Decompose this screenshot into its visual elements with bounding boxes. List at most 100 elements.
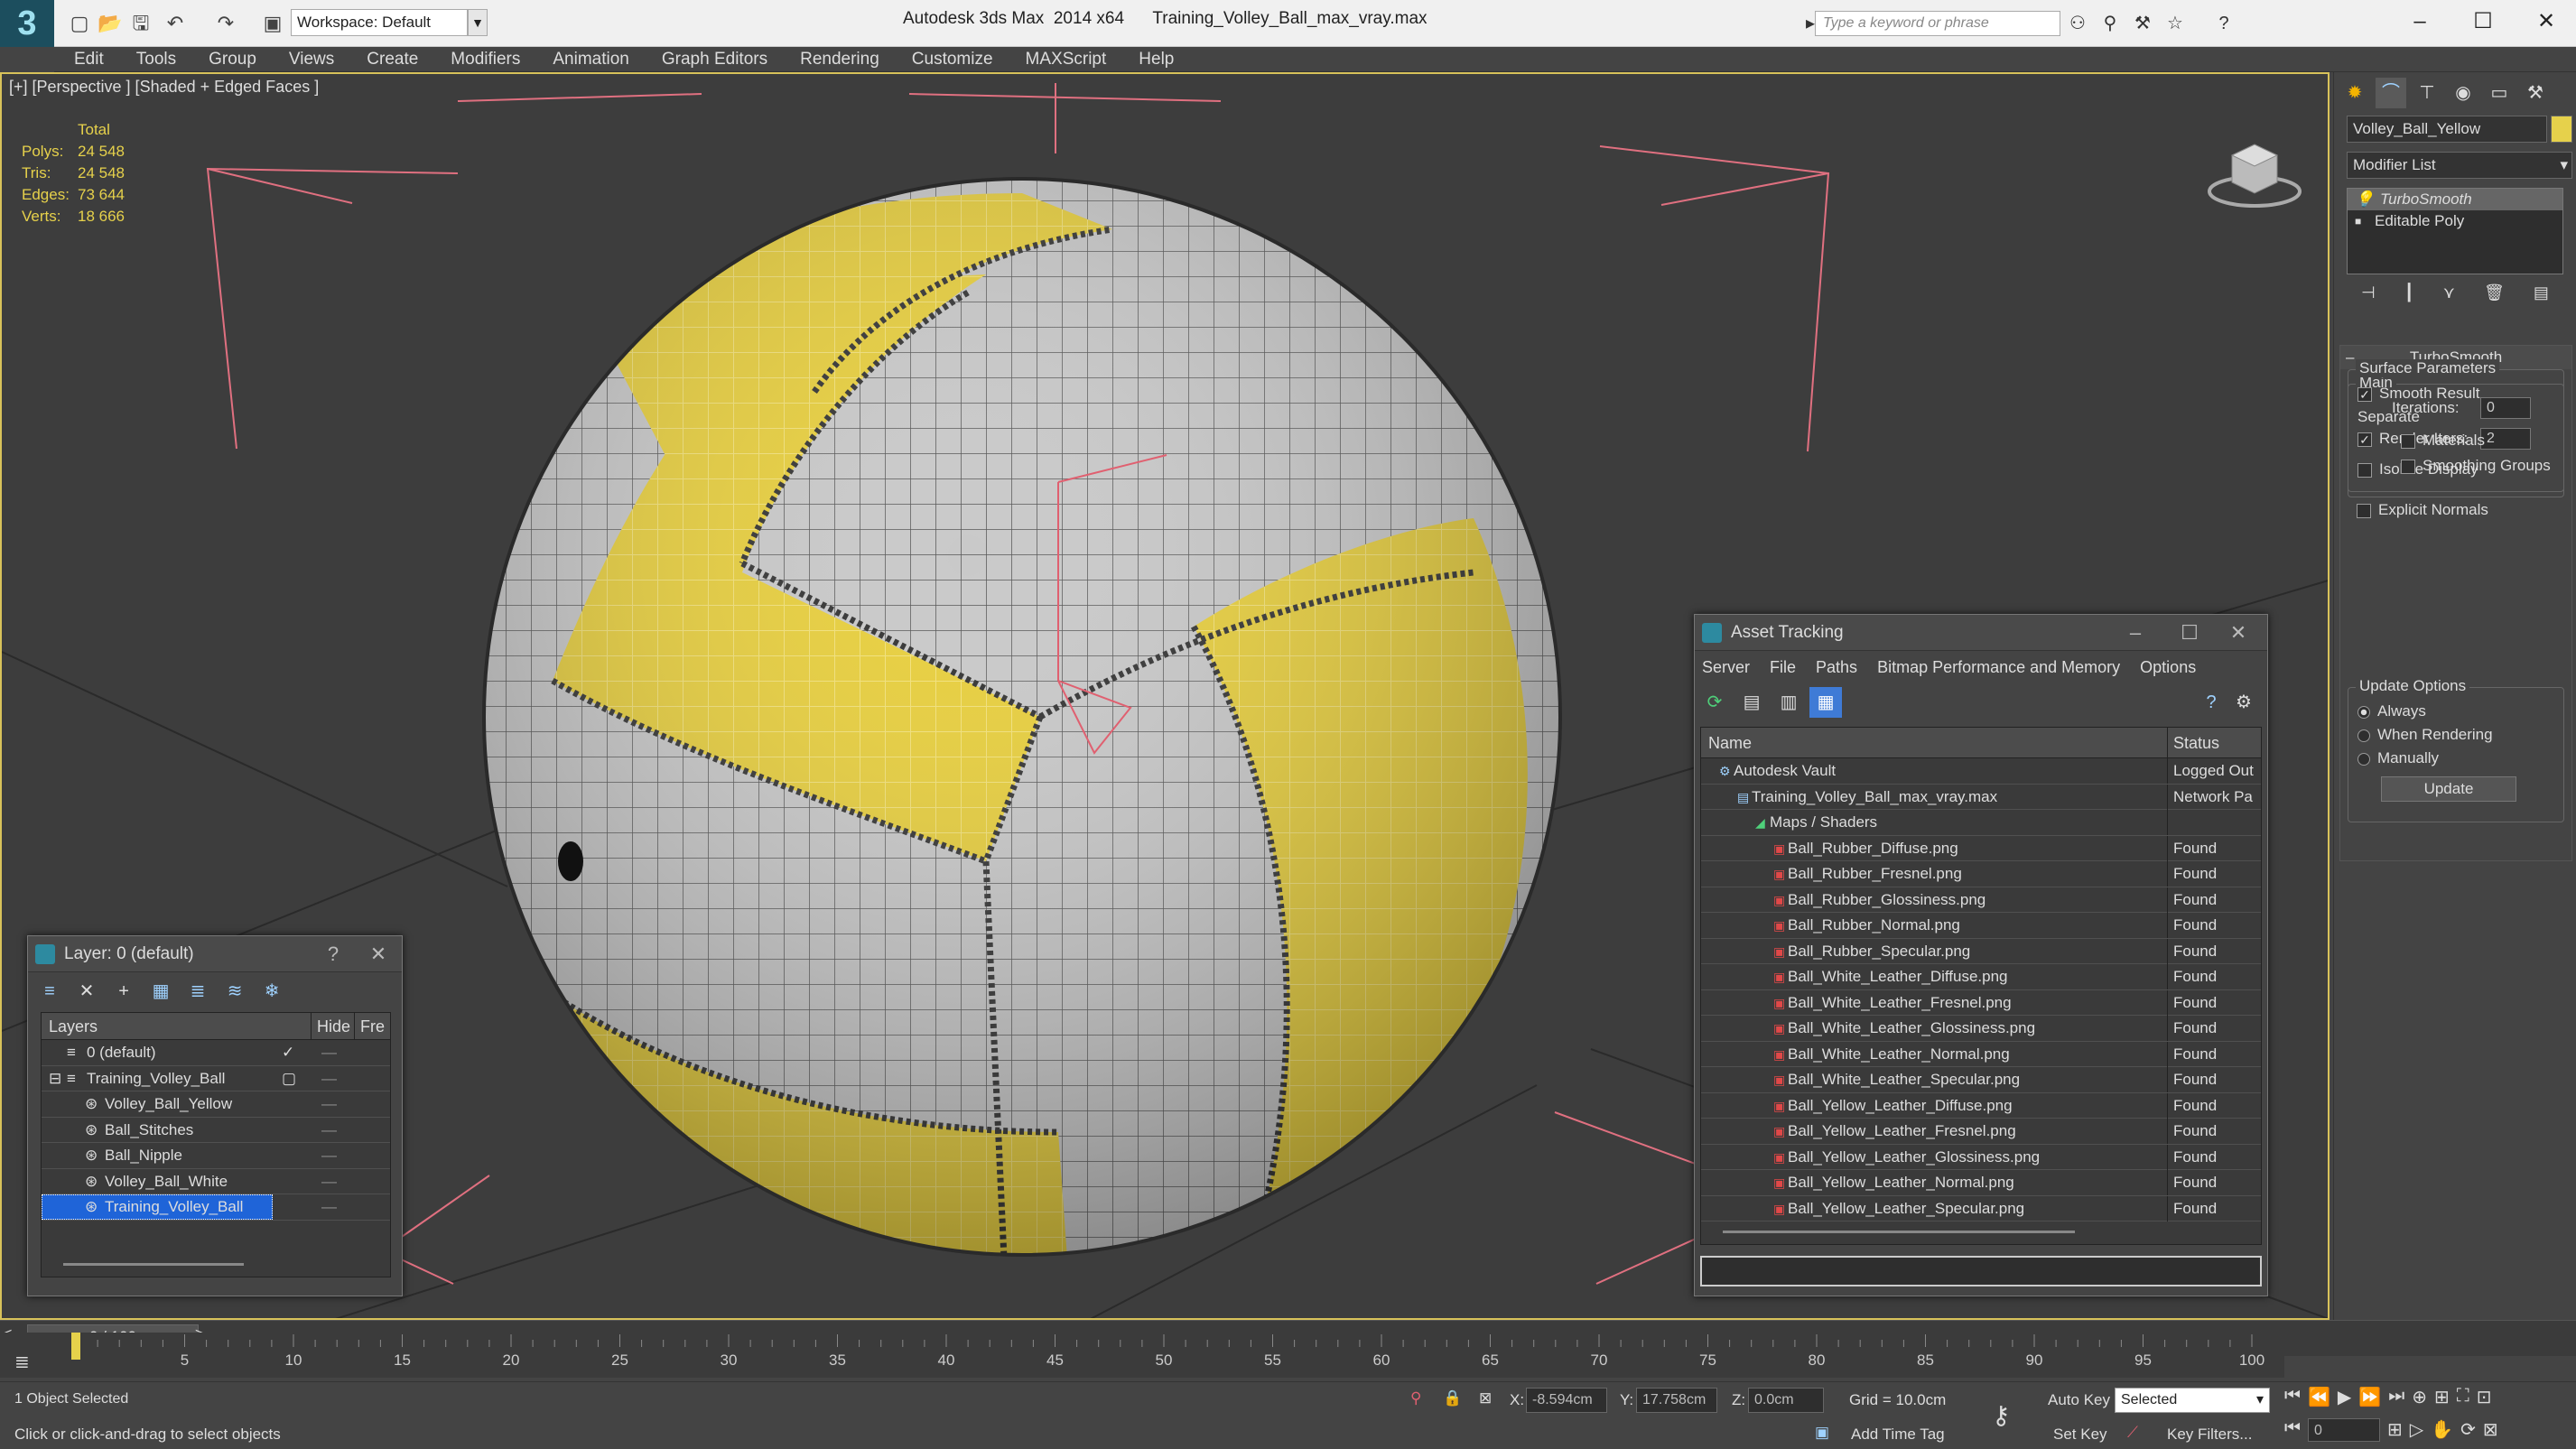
collapse-icon[interactable]: ⊟	[49, 1066, 61, 1091]
layer-help-icon[interactable]: ?	[315, 936, 351, 972]
zoom-extents-icon[interactable]: ⛶	[2457, 1386, 2469, 1413]
smoothing-groups-checkbox[interactable]	[2401, 459, 2415, 474]
layer-scrollbar[interactable]	[63, 1263, 244, 1266]
pin-stack-icon[interactable]: ⊣	[2361, 283, 2376, 311]
layer-row[interactable]: ⊛ Volley_Ball_White —	[42, 1169, 390, 1194]
collapse-rollout-icon[interactable]: –	[2346, 346, 2354, 369]
asset-row[interactable]: ▣ Ball_White_Leather_Specular.png Found	[1701, 1067, 2261, 1093]
hide-toggle[interactable]: —	[321, 1194, 337, 1220]
layer-delete-icon[interactable]: ✕	[70, 976, 103, 1007]
col-hide[interactable]: Hide	[311, 1013, 350, 1040]
selection-lock-icon[interactable]: 🔒	[1443, 1389, 1462, 1407]
menu-maxscript[interactable]: MAXScript	[1009, 47, 1123, 71]
menu-create[interactable]: Create	[350, 47, 434, 71]
asset-row[interactable]: ▣ Ball_White_Leather_Diffuse.png Found	[1701, 964, 2261, 990]
explicit-normals-option[interactable]: Explicit Normals	[2357, 501, 2488, 519]
key-mode-toggle-icon[interactable]: ⏮	[2284, 1418, 2301, 1445]
viewcube-icon[interactable]	[2196, 119, 2313, 218]
utilities-tab-icon[interactable]: ⚒	[2520, 78, 2551, 108]
asset-menu-paths[interactable]: Paths	[1816, 651, 1857, 683]
active-check-icon[interactable]: ✓	[282, 1040, 294, 1065]
layer-window-titlebar[interactable]: Layer: 0 (default) ? ✕	[28, 936, 402, 972]
asset-menu-server[interactable]: Server	[1702, 651, 1750, 683]
asset-row[interactable]: ▣ Ball_Rubber_Normal.png Found	[1701, 913, 2261, 939]
asset-row[interactable]: ⚙ Autodesk Vault Logged Out	[1701, 758, 2261, 785]
maximize-toggle-icon[interactable]: ⊠	[2483, 1418, 2498, 1445]
asset-row[interactable]: ▣ Ball_Rubber_Specular.png Found	[1701, 938, 2261, 964]
remove-modifier-icon[interactable]: 🗑	[2484, 283, 2505, 311]
save-icon[interactable]: 🖫	[128, 11, 153, 36]
asset-row[interactable]: ▣ Ball_Yellow_Leather_Fresnel.png Found	[1701, 1119, 2261, 1145]
binoculars-icon[interactable]: ⚇	[2064, 11, 2091, 36]
next-frame-icon[interactable]: ⏩	[2358, 1386, 2381, 1413]
hide-toggle[interactable]: —	[321, 1169, 337, 1194]
workspace-dropdown-arrow-icon[interactable]: ▼	[468, 9, 488, 36]
menu-edit[interactable]: Edit	[54, 47, 120, 71]
asset-menu-file[interactable]: File	[1770, 651, 1796, 683]
asset-row[interactable]: ◢ Maps / Shaders	[1701, 810, 2261, 836]
layer-row[interactable]: ⊛ Volley_Ball_Yellow —	[42, 1091, 390, 1118]
asset-minimize-icon[interactable]: –	[2117, 615, 2153, 651]
asset-path-field[interactable]	[1700, 1256, 2262, 1286]
current-frame-field[interactable]: 0	[2308, 1418, 2380, 1442]
show-end-result-icon[interactable]: ┃	[2404, 283, 2414, 311]
table-view-icon[interactable]: ▦	[1809, 687, 1843, 718]
layer-highlight-icon[interactable]: ≣	[181, 976, 214, 1007]
asset-maximize-icon[interactable]: ☐	[2171, 615, 2208, 651]
when-rendering-radio[interactable]	[2357, 729, 2370, 742]
hide-toggle[interactable]: —	[321, 1143, 337, 1168]
communication-icon[interactable]: ⚒	[2129, 11, 2156, 36]
layer-row[interactable]: ⊛ Ball_Stitches —	[42, 1118, 390, 1143]
col-status[interactable]: Status	[2167, 728, 2261, 758]
key-mode-icon[interactable]: ⟋	[2127, 1424, 2138, 1442]
asset-row[interactable]: ▣ Ball_White_Leather_Normal.png Found	[1701, 1041, 2261, 1067]
open-file-icon[interactable]: 📂	[98, 11, 123, 36]
menu-animation[interactable]: Animation	[536, 47, 646, 71]
asset-row[interactable]: ▣ Ball_Rubber_Diffuse.png Found	[1701, 835, 2261, 861]
create-tab-icon[interactable]: ✹	[2339, 78, 2370, 108]
zoom-all-icon[interactable]: ⊞	[2434, 1386, 2450, 1413]
update-when-rendering-option[interactable]: When Rendering	[2357, 726, 2493, 744]
asset-close-icon[interactable]: ✕	[2220, 615, 2256, 651]
hide-toggle[interactable]: —	[321, 1091, 337, 1117]
redo-icon[interactable]: ↷	[213, 11, 238, 36]
asset-row[interactable]: ▣ Ball_Yellow_Leather_Specular.png Found	[1701, 1195, 2261, 1221]
menu-help[interactable]: Help	[1122, 47, 1190, 71]
maximize-icon[interactable]: ☐	[2456, 5, 2510, 38]
update-button[interactable]: Update	[2381, 776, 2516, 802]
maximize-viewport-icon[interactable]: ⊡	[2477, 1386, 2492, 1413]
menu-graph-editors[interactable]: Graph Editors	[646, 47, 784, 71]
asset-row[interactable]: ▣ Ball_Yellow_Leather_Diffuse.png Found	[1701, 1092, 2261, 1119]
hide-toggle[interactable]: —	[321, 1118, 337, 1143]
set-active-icon[interactable]: ▢	[282, 1066, 296, 1091]
update-always-option[interactable]: Always	[2357, 702, 2426, 720]
layer-add-icon[interactable]: +	[107, 976, 140, 1007]
z-coordinate-field[interactable]: 0.0cm	[1748, 1388, 1824, 1413]
play-icon[interactable]: ▶	[2338, 1386, 2351, 1413]
set-key-button[interactable]: Set Key	[2053, 1426, 2107, 1444]
go-to-end-icon[interactable]: ⏭	[2388, 1386, 2404, 1413]
menu-tools[interactable]: Tools	[120, 47, 192, 71]
layer-row[interactable]: ≡ 0 (default) ✓ —	[42, 1040, 390, 1066]
y-coordinate-field[interactable]: 17.758cm	[1636, 1388, 1717, 1413]
volleyball-model[interactable]	[480, 175, 1564, 1259]
update-manually-option[interactable]: Manually	[2357, 749, 2439, 767]
zoom-icon[interactable]: ⊕	[2412, 1386, 2427, 1413]
col-layers[interactable]: Layers	[49, 1013, 98, 1040]
previous-frame-icon[interactable]: ⏪	[2308, 1386, 2330, 1413]
col-freeze[interactable]: Fre	[354, 1013, 385, 1040]
app-logo-icon[interactable]: 3	[0, 0, 54, 47]
asset-row[interactable]: ▣ Ball_White_Leather_Fresnel.png Found	[1701, 989, 2261, 1016]
col-name[interactable]: Name	[1708, 728, 1752, 758]
favorites-star-icon[interactable]: ☆	[2162, 11, 2189, 36]
motion-tab-icon[interactable]: ◉	[2448, 78, 2478, 108]
materials-option[interactable]: Materials	[2401, 432, 2485, 450]
hide-toggle[interactable]: —	[321, 1066, 337, 1091]
key-filters-button[interactable]: Key Filters...	[2167, 1426, 2252, 1444]
isolate-selection-icon[interactable]: ⚲	[1410, 1389, 1421, 1407]
display-tab-icon[interactable]: ▭	[2484, 78, 2515, 108]
manually-radio[interactable]	[2357, 752, 2370, 766]
project-folder-icon[interactable]: ▣	[260, 11, 285, 36]
set-key-icon[interactable]: ⚷	[1992, 1400, 2011, 1430]
asset-window-titlebar[interactable]: Asset Tracking – ☐ ✕	[1695, 615, 2267, 651]
